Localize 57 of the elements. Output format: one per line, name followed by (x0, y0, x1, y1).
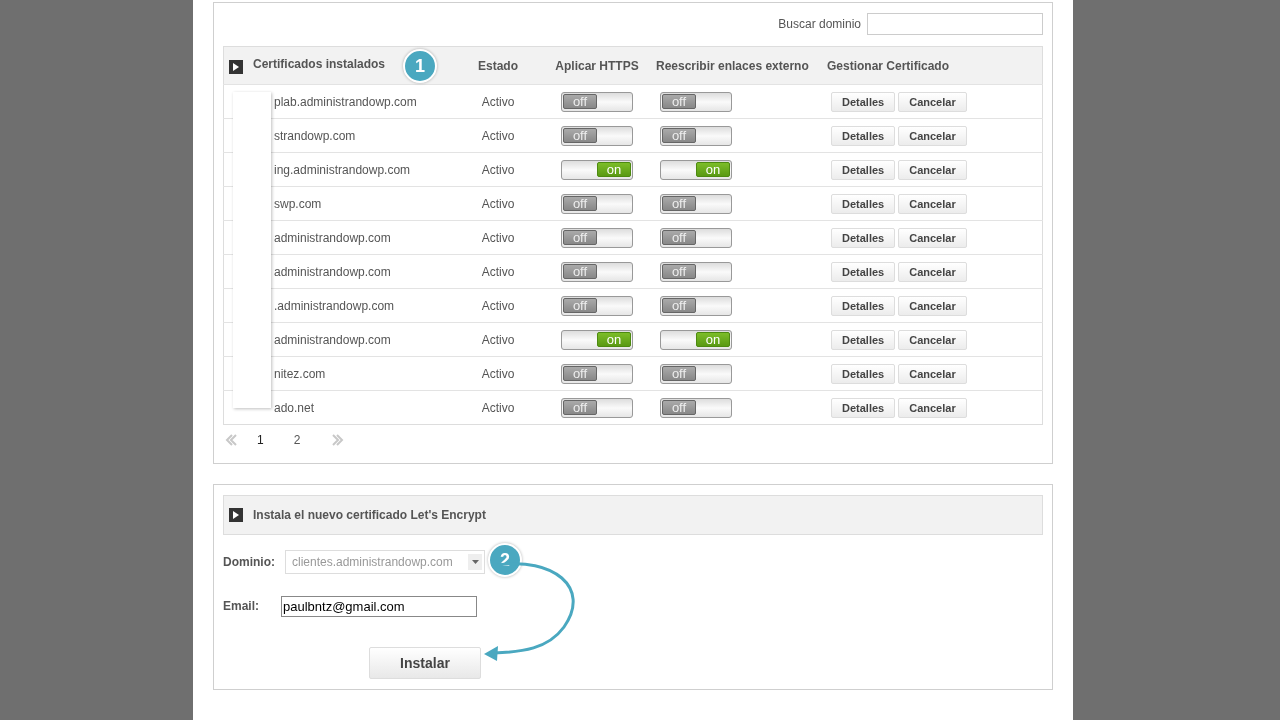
domain-label: Dominio: (223, 555, 276, 569)
action-button[interactable]: Cancelar (898, 363, 967, 384)
action-button[interactable]: Cancelar (898, 193, 967, 214)
domain-cell: .administrandowp.com (223, 288, 452, 323)
search-field[interactable] (867, 13, 1043, 35)
action-button[interactable]: Detalles (831, 159, 896, 180)
action-button[interactable]: Cancelar (898, 295, 967, 316)
domain-cell: administrandowp.com (223, 254, 452, 289)
action-button[interactable]: Cancelar (898, 91, 967, 112)
domain-cell: ing.administrandowp.com (223, 152, 452, 187)
column-header: Reescribir enlaces externo (656, 58, 809, 73)
domain-cell: swp.com (223, 186, 452, 221)
action-button[interactable]: Detalles (831, 193, 896, 214)
domain-cell: nitez.com (223, 356, 452, 391)
column-header: Gestionar Certificado (827, 58, 950, 73)
action-button[interactable]: Cancelar (898, 227, 967, 248)
section-title: Instala el nuevo certificado Let's Encrypt (253, 508, 486, 522)
status-cell: Activo (452, 390, 544, 425)
action-button[interactable]: Cancelar (898, 397, 967, 418)
status-cell: Activo (452, 152, 544, 187)
status-cell: Activo (452, 186, 544, 221)
domain-cell: plab.administrandowp.com (223, 84, 452, 119)
search-label: Buscar dominio (778, 17, 861, 31)
action-button[interactable]: Cancelar (898, 125, 967, 146)
email-label: Email: (223, 599, 260, 613)
status-cell: Activo (452, 254, 544, 289)
action-button[interactable]: Detalles (831, 227, 896, 248)
status-cell: Activo (452, 84, 544, 119)
action-button[interactable]: Detalles (831, 91, 896, 112)
domain-cell: administrandowp.com (223, 220, 452, 255)
email-field[interactable]: paulbntz@gmail.com (281, 595, 477, 617)
column-header: Aplicar HTTPS (555, 58, 639, 73)
domain-cell: ado.net (223, 390, 452, 425)
action-button[interactable]: Detalles (831, 397, 896, 418)
domain-cell: administrandowp.com (223, 322, 452, 357)
action-button[interactable]: Cancelar (898, 329, 967, 350)
action-button[interactable]: Detalles (831, 363, 896, 384)
expand-icon[interactable] (229, 508, 243, 522)
status-cell: Activo (452, 288, 544, 323)
action-button[interactable]: Detalles (831, 295, 896, 316)
status-cell: Activo (452, 220, 544, 255)
page-link[interactable]: 1 (257, 433, 264, 447)
action-button[interactable]: Cancelar (898, 261, 967, 282)
action-button[interactable]: Detalles (831, 261, 896, 282)
action-button[interactable]: Cancelar (898, 159, 967, 180)
action-button[interactable]: Detalles (831, 125, 896, 146)
dropdown-icon[interactable] (468, 554, 482, 570)
install-button[interactable]: Instalar (369, 647, 481, 679)
status-cell: Activo (452, 118, 544, 153)
column-header: Certificados instalados (253, 57, 386, 71)
status-cell: Activo (452, 322, 544, 357)
domain-cell: strandowp.com (223, 118, 452, 153)
expand-icon[interactable] (229, 60, 243, 74)
page-link[interactable]: 2 (293, 433, 301, 447)
column-header: Estado (478, 58, 518, 73)
action-button[interactable]: Detalles (831, 329, 896, 350)
status-cell: Activo (452, 356, 544, 391)
